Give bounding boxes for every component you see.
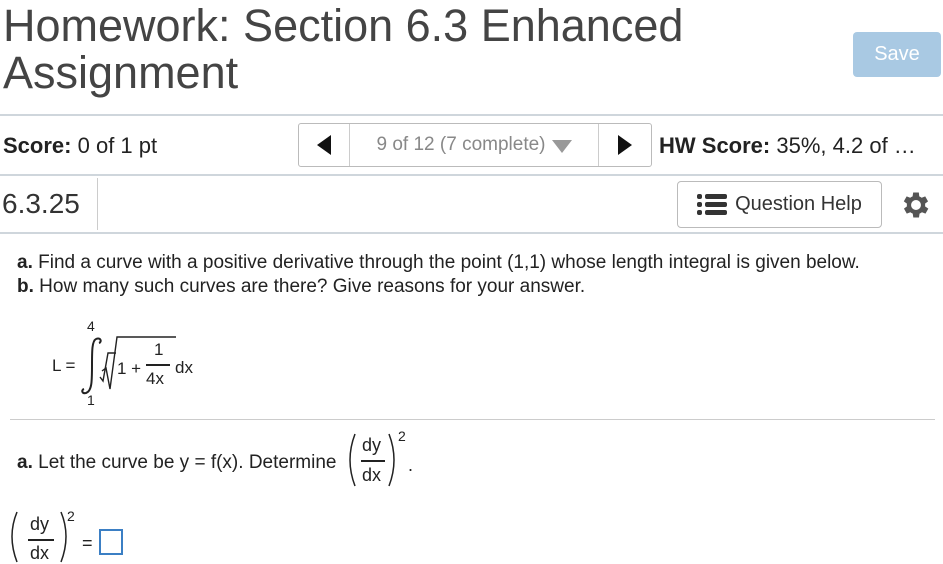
question-help-label: Question Help — [735, 193, 862, 215]
divider — [0, 232, 943, 234]
answer-exponent: 2 — [67, 508, 75, 524]
integrand-one-plus: 1 + — [117, 359, 142, 378]
subquestion-text: a. Let the curve be y = f(x). Determine — [17, 452, 336, 474]
question-help-button[interactable]: Question Help — [677, 181, 882, 228]
gear-icon[interactable] — [899, 188, 933, 222]
chevron-down-icon — [551, 140, 572, 153]
divider — [0, 114, 943, 116]
integrand-numerator: 1 — [154, 340, 164, 359]
score-value: 0 of 1 pt — [77, 133, 158, 158]
integral-lhs: L = — [52, 356, 76, 375]
hw-score-label: HW Score: — [659, 133, 771, 158]
next-question-button[interactable] — [599, 124, 651, 166]
question-number: 6.3.25 — [0, 178, 98, 230]
expr-denominator: dx — [362, 465, 382, 485]
fraction-bar — [361, 460, 385, 462]
part-a-text: Find a curve with a positive derivative … — [38, 252, 860, 273]
hw-score-value: 35%, 4.2 of … — [776, 133, 916, 158]
answer-denominator: dx — [30, 543, 50, 563]
part-b-text: How many such curves are there? Give rea… — [39, 276, 586, 297]
question-select-dropdown[interactable]: 9 of 12 (7 complete) — [350, 124, 600, 166]
integrand-dx: dx — [175, 358, 193, 377]
page-title: Homework: Section 6.3 Enhanced Assignmen… — [3, 0, 684, 98]
part-b-label: b. — [17, 276, 34, 297]
expr-numerator: dy — [362, 435, 382, 455]
subquestion-body: Let the curve be y = f(x). Determine — [38, 452, 337, 473]
divider — [0, 174, 943, 176]
expr-exponent: 2 — [398, 428, 406, 444]
subquestion-label: a. — [17, 452, 33, 473]
previous-question-button[interactable] — [299, 124, 350, 166]
question-navigator: 9 of 12 (7 complete) — [298, 123, 652, 167]
integral-upper-limit: 4 — [87, 318, 95, 334]
score: Score: 0 of 1 pt — [3, 133, 157, 159]
answer-equals: = — [82, 533, 93, 553]
divider — [10, 419, 935, 420]
part-a-label: a. — [17, 252, 33, 273]
expr-period: . — [408, 455, 414, 475]
hw-score: HW Score: 35%, 4.2 of … — [659, 133, 943, 159]
question-progress: 9 of 12 (7 complete) — [376, 134, 546, 155]
fraction-bar — [28, 539, 54, 541]
fraction-bar — [146, 364, 170, 366]
answer-input[interactable] — [99, 529, 123, 555]
score-label: Score: — [3, 133, 72, 158]
left-triangle-icon — [316, 135, 331, 155]
answer-numerator: dy — [30, 514, 50, 534]
right-triangle-icon — [618, 135, 633, 155]
question-part-b: b. How many such curves are there? Give … — [17, 276, 585, 298]
save-button[interactable]: Save — [853, 32, 941, 77]
list-icon — [697, 193, 728, 216]
question-part-a: a. Find a curve with a positive derivati… — [17, 252, 860, 274]
integrand-denominator: 4x — [146, 369, 164, 388]
